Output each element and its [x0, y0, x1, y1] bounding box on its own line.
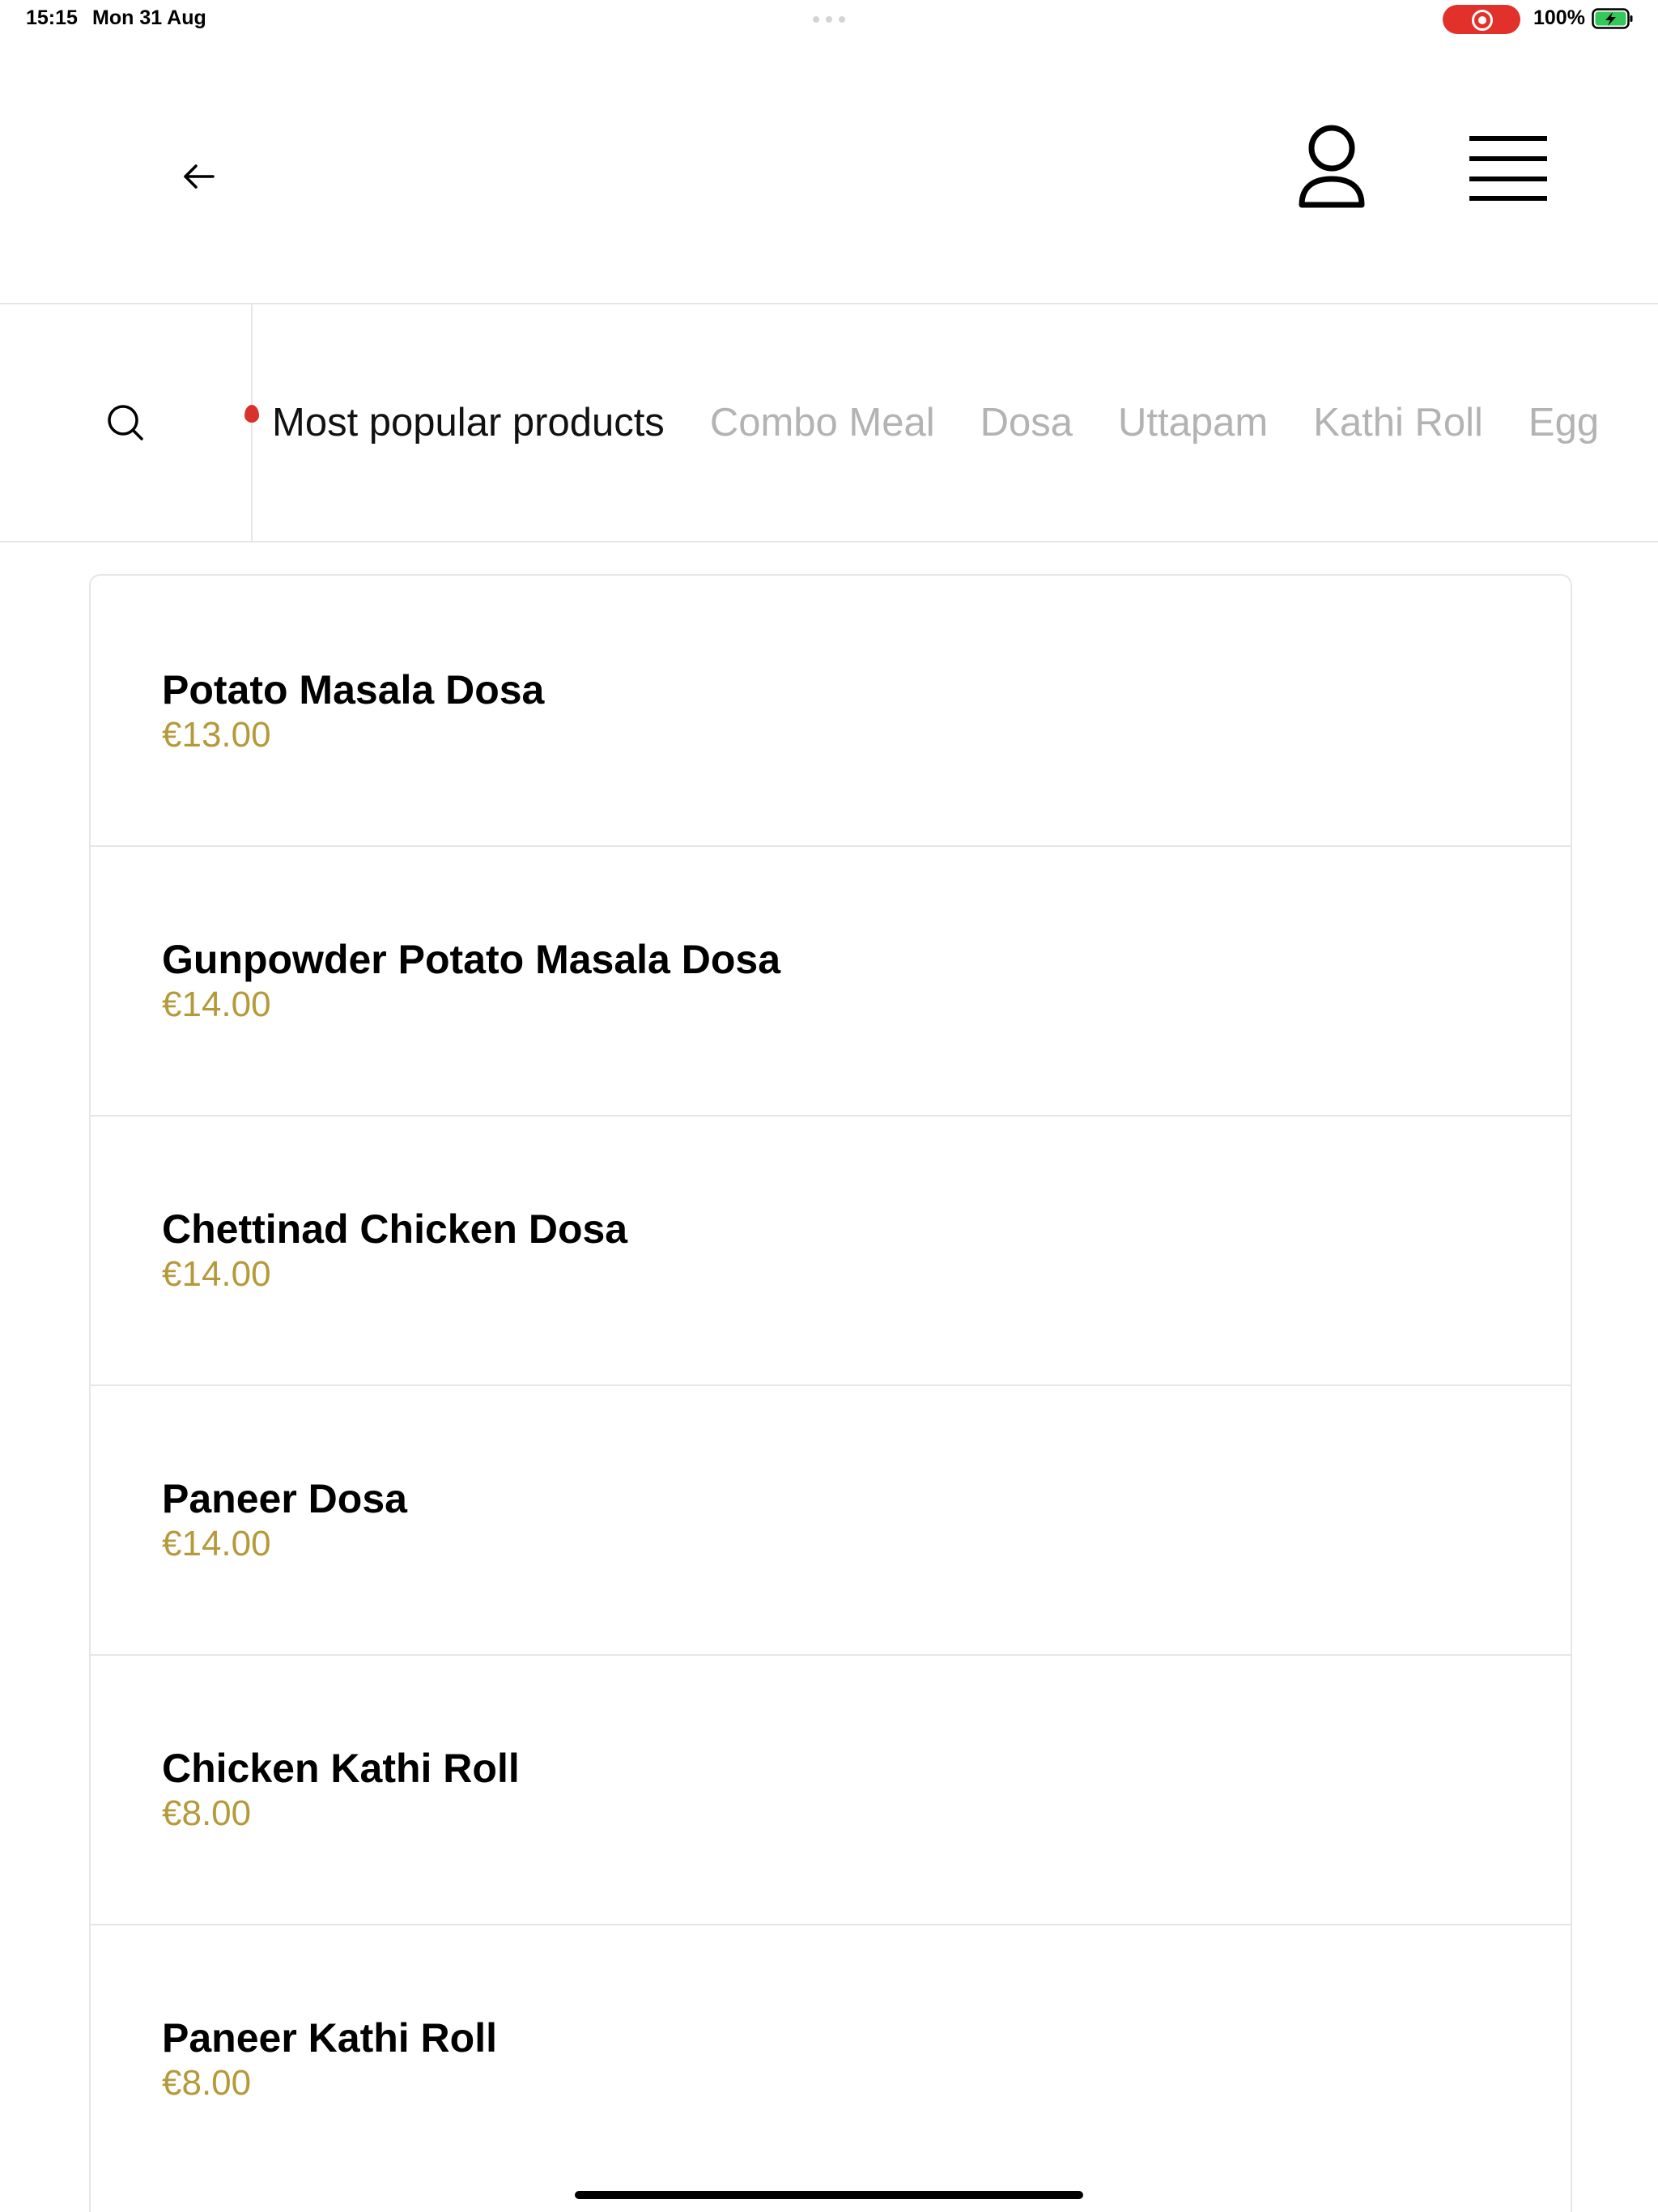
product-name: Chettinad Chicken Dosa [162, 1206, 628, 1252]
product-price: €14.00 [162, 985, 271, 1024]
record-icon [1472, 10, 1493, 31]
screen-recording-indicator[interactable] [1443, 5, 1520, 34]
product-item[interactable]: Paneer Kathi Roll €8.00 [91, 1924, 1571, 2193]
status-bar: 15:15 Mon 31 Aug 100% [0, 0, 1658, 39]
home-indicator[interactable] [575, 2191, 1083, 2199]
menu-button[interactable] [1457, 128, 1559, 209]
category-bar: Most popular products Combo Meal Dosa Ut… [0, 304, 1658, 542]
product-item[interactable]: Potato Masala Dosa €13.00 [91, 576, 1571, 847]
tab-uttapam[interactable]: Uttapam [1118, 402, 1268, 443]
battery-charging-icon [1592, 8, 1633, 29]
tab-combo-meal[interactable]: Combo Meal [710, 402, 935, 443]
account-button[interactable] [1287, 120, 1376, 217]
status-time: 15:15 [26, 6, 78, 29]
search-icon [108, 405, 143, 440]
tab-kathi-roll[interactable]: Kathi Roll [1313, 402, 1483, 443]
battery-percentage: 100% [1533, 6, 1585, 29]
tab-dosa[interactable]: Dosa [980, 402, 1073, 443]
product-name: Potato Masala Dosa [162, 667, 545, 713]
product-name: Gunpowder Potato Masala Dosa [162, 937, 781, 982]
product-price: €14.00 [162, 1524, 271, 1563]
search-button[interactable] [0, 304, 253, 541]
app-header [0, 39, 1658, 304]
category-tabs: Most popular products Combo Meal Dosa Ut… [253, 304, 1658, 541]
product-item[interactable]: Gunpowder Potato Masala Dosa €14.00 [91, 845, 1571, 1117]
status-date: Mon 31 Aug [92, 6, 206, 29]
product-item[interactable]: Chettinad Chicken Dosa €14.00 [91, 1115, 1571, 1386]
multitasking-dots-icon[interactable] [813, 16, 845, 23]
product-price: €13.00 [162, 715, 271, 755]
product-name: Paneer Kathi Roll [162, 2015, 497, 2061]
hamburger-menu-icon [1469, 136, 1547, 201]
arrow-left-icon [184, 164, 215, 189]
product-name: Chicken Kathi Roll [162, 1746, 520, 1791]
product-price: €8.00 [162, 2063, 252, 2103]
product-list: Potato Masala Dosa €13.00 Gunpowder Pota… [89, 574, 1572, 2212]
back-button[interactable] [170, 148, 227, 205]
user-icon [1299, 125, 1365, 208]
product-price: €8.00 [162, 1793, 252, 1833]
page: 15:15 Mon 31 Aug 100% Most popular produ… [0, 0, 1658, 2212]
product-price: €14.00 [162, 1254, 271, 1294]
product-name: Paneer Dosa [162, 1476, 407, 1521]
product-item[interactable]: Chicken Kathi Roll €8.00 [91, 1654, 1571, 1925]
tab-egg[interactable]: Egg [1528, 402, 1599, 443]
product-item[interactable]: Paneer Dosa €14.00 [91, 1385, 1571, 1656]
tab-most-popular[interactable]: Most popular products [272, 402, 665, 443]
